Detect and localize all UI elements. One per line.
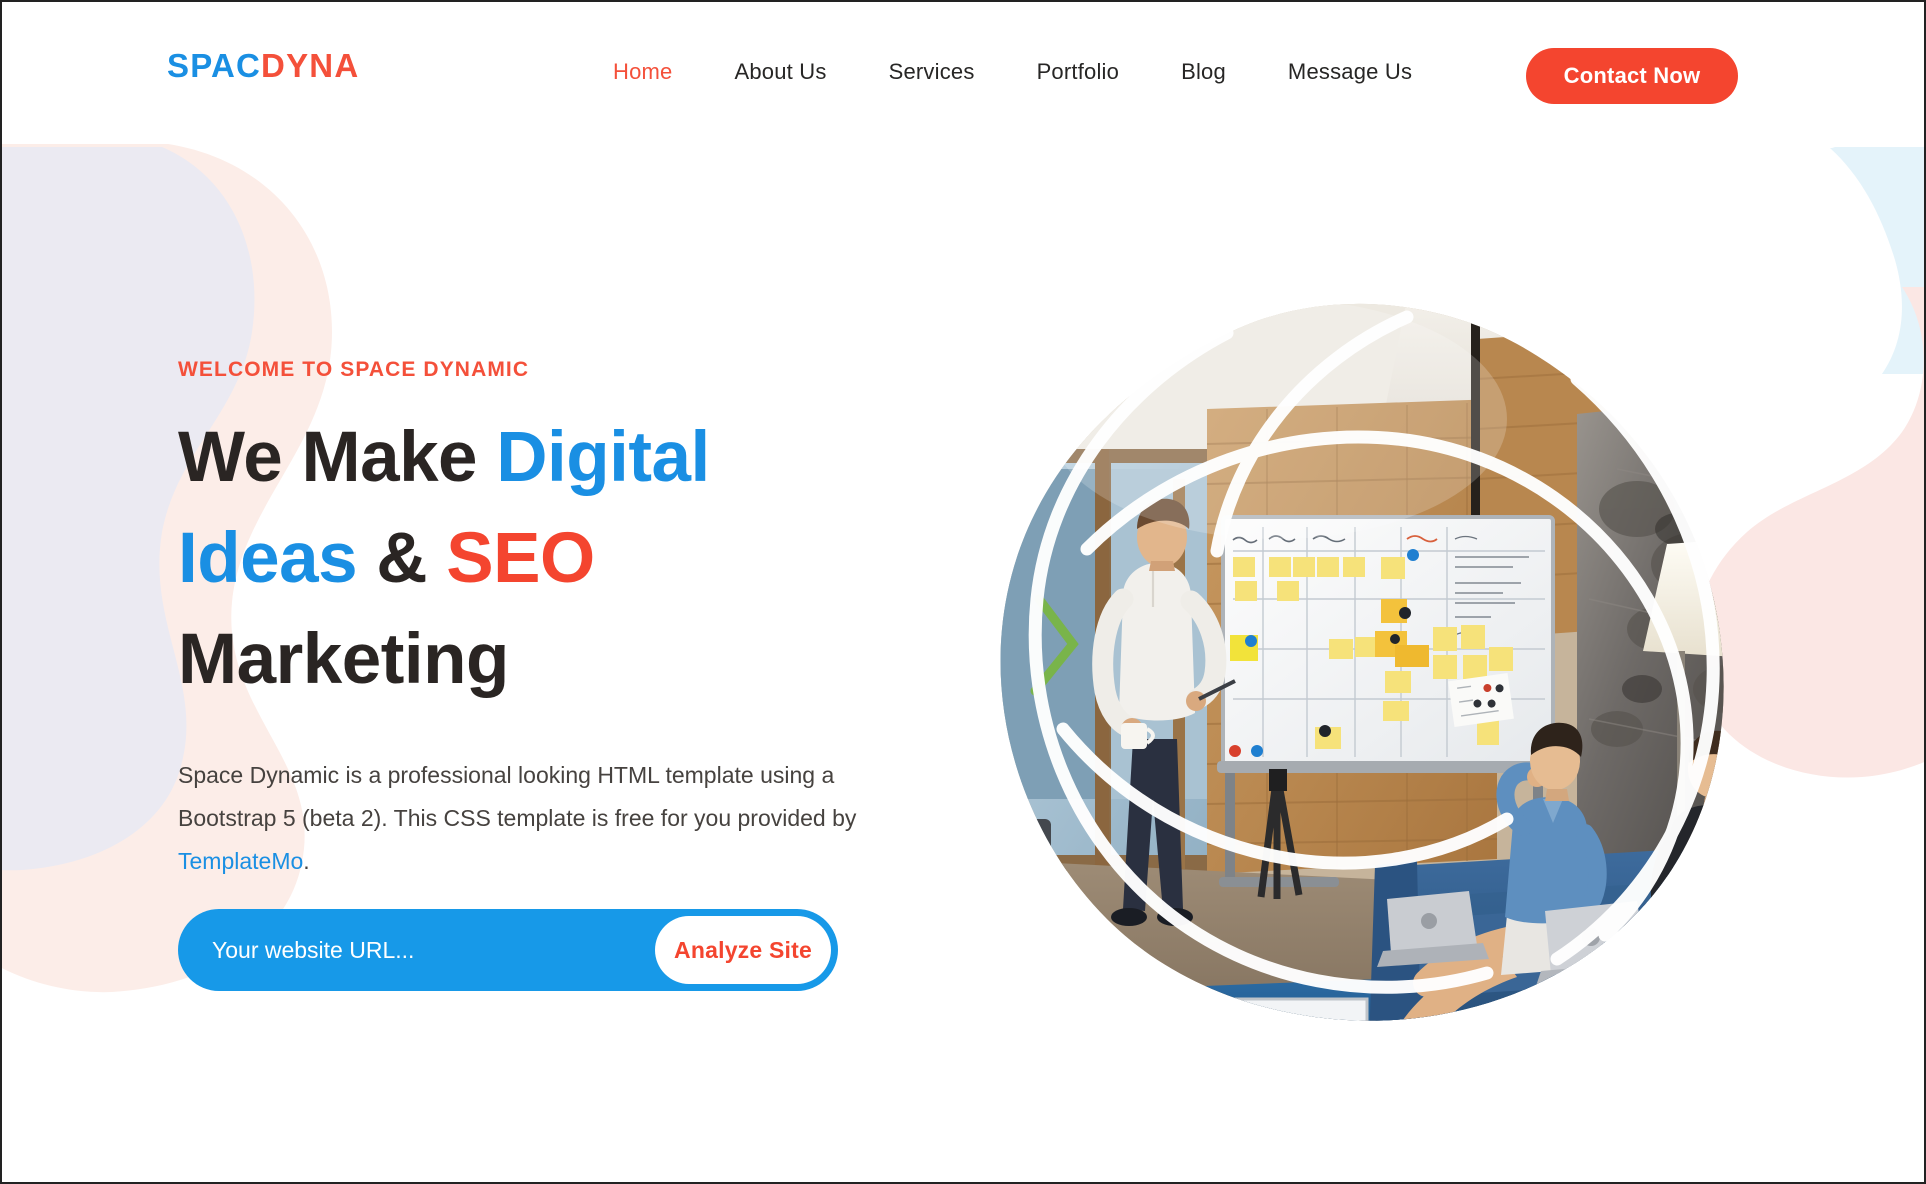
hero-image	[977, 299, 1767, 1059]
floor-whiteboard	[1105, 997, 1369, 1021]
nav-item-services[interactable]: Services	[858, 58, 1006, 86]
hero-heading-line1-dark: We Make	[178, 418, 497, 497]
logo-text-primary: SPAC	[167, 47, 262, 84]
brand-logo[interactable]: SPACDYNA	[167, 49, 359, 82]
nav-item-about-us[interactable]: About Us	[704, 58, 858, 86]
hero-paragraph: Space Dynamic is a professional looking …	[178, 754, 878, 883]
logo-text-secondary: DYNA	[261, 47, 360, 84]
hero-photo-content	[1000, 303, 1724, 1021]
templatemo-link[interactable]: TemplateMo	[178, 848, 303, 874]
hero-eyebrow: WELCOME TO SPACE DYNAMIC	[178, 358, 530, 381]
nav-item-portfolio[interactable]: Portfolio	[1006, 58, 1151, 86]
hero-heading-line2-red: SEO	[446, 519, 595, 598]
hero-heading-line2-amp: &	[357, 519, 447, 598]
laptop-right	[1535, 901, 1659, 989]
nav-item-blog[interactable]: Blog	[1150, 58, 1257, 86]
hero-paragraph-text: Space Dynamic is a professional looking …	[178, 762, 857, 831]
main-navigation: Home About Us Services Portfolio Blog Me…	[582, 58, 1443, 86]
page-root: SPACDYNA Home About Us Services Portfoli…	[0, 0, 1926, 1184]
contact-now-button[interactable]: Contact Now	[1526, 48, 1738, 104]
nav-item-message-us[interactable]: Message Us	[1257, 58, 1443, 86]
analyze-site-form: Analyze Site	[178, 909, 838, 991]
site-header: SPACDYNA Home About Us Services Portfoli…	[2, 2, 1924, 144]
hero-heading: We Make Digital Ideas & SEO Marketing	[178, 407, 938, 710]
hero-heading-line3-dark: Marketing	[178, 620, 509, 699]
hero-section: WELCOME TO SPACE DYNAMIC We Make Digital…	[2, 144, 1924, 1182]
hero-text-block: WELCOME TO SPACE DYNAMIC We Make Digital…	[178, 359, 938, 883]
hero-heading-line1-blue: Digital	[496, 418, 710, 497]
analyze-site-button[interactable]: Analyze Site	[655, 916, 831, 984]
hero-heading-line2-blue: Ideas	[178, 519, 358, 598]
nav-item-home[interactable]: Home	[582, 58, 704, 86]
website-url-input[interactable]	[212, 923, 655, 977]
hero-paragraph-period: .	[303, 848, 310, 874]
